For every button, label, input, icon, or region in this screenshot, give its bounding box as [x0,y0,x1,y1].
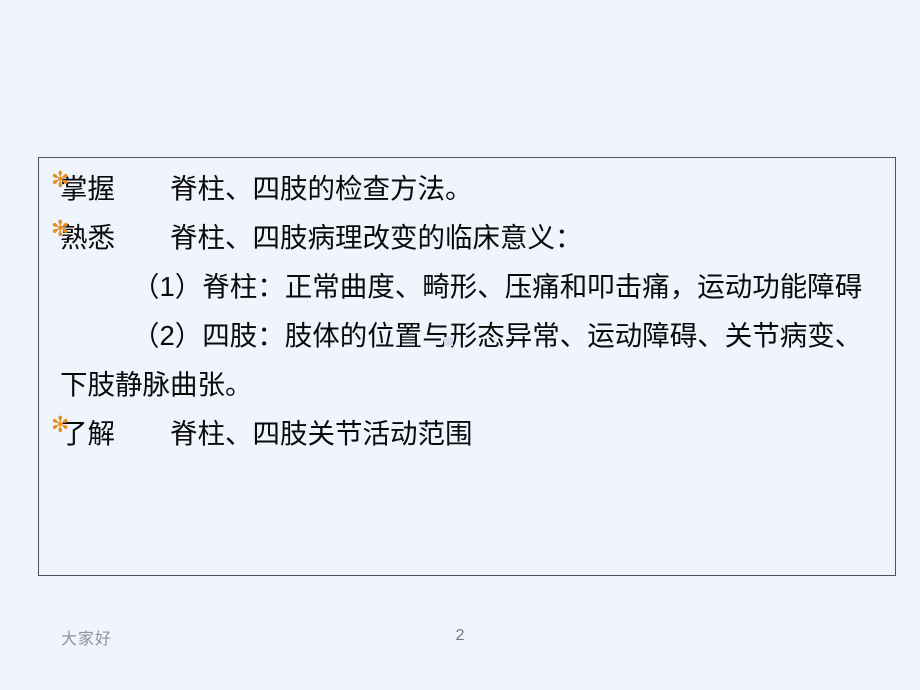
sub-list-item: （1）脊柱：正常曲度、畸形、压痛和叩击痛，运动功能障碍 [132,271,863,302]
list-item-label: 熟悉 脊柱、四肢病理改变的临床意义： [60,222,583,253]
render-artifact-square [444,337,453,346]
list-item-label: 掌握 脊柱、四肢的检查方法。 [60,173,473,204]
asterisk-bullet-icon: ✻ [51,413,70,438]
list-item-label: 了解 脊柱、四肢关节活动范围 [60,418,473,449]
asterisk-bullet-icon: ✻ [51,168,70,193]
list-item: ✻ 熟悉 脊柱、四肢病理改变的临床意义： [39,213,897,262]
content-text-box: ✻ 掌握 脊柱、四肢的检查方法。 ✻ 熟悉 脊柱、四肢病理改变的临床意义： （1… [38,157,896,576]
objectives-list: ✻ 掌握 脊柱、四肢的检查方法。 ✻ 熟悉 脊柱、四肢病理改变的临床意义： （1… [39,164,897,458]
list-item: ✻ 了解 脊柱、四肢关节活动范围 [39,409,897,458]
presentation-slide: ✻ 掌握 脊柱、四肢的检查方法。 ✻ 熟悉 脊柱、四肢病理改变的临床意义： （1… [0,0,920,690]
sub-list-item: （2）四肢：肢体的位置与形态异常、运动障碍、关节病变、下肢静脉曲张。 [60,320,863,400]
page-number: 2 [455,627,465,644]
list-item: ✻ 掌握 脊柱、四肢的检查方法。 [39,164,897,213]
asterisk-bullet-icon: ✻ [51,217,70,242]
